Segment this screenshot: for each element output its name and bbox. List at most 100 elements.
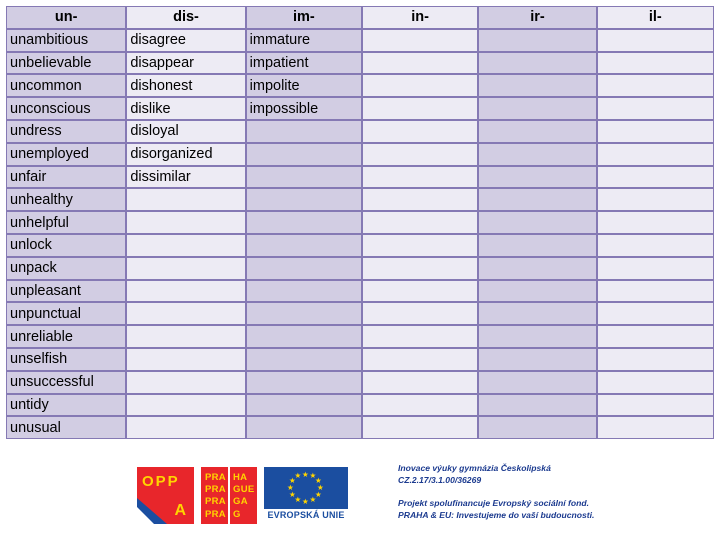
table-cell <box>596 233 714 257</box>
oppa-logo-letter: A <box>174 502 186 519</box>
table-cell <box>478 256 597 280</box>
table-row: undress disloyal <box>6 119 714 143</box>
table-cell: disloyal <box>126 119 246 143</box>
table-cell: immature <box>245 28 362 52</box>
table-body: unambitious disagree immature unbelievable d… <box>6 28 714 440</box>
table-cell <box>126 211 246 234</box>
funding-line-2: PRAHA & EU: Investujeme do vaší budoucno… <box>398 509 595 520</box>
table-cell <box>245 256 362 280</box>
table-cell: disorganized <box>126 142 246 166</box>
table-row: unemployed disorganized <box>6 142 714 166</box>
table-cell: unfair <box>6 165 127 189</box>
table-cell <box>126 233 246 257</box>
table-cell <box>245 370 362 394</box>
slide-footer: OPP A PRA PRA PRA PRA HA GUE GA G ★ ★ ★ ★ ★ ★ ★ ★ ★ ★ ★ ★… <box>0 455 720 540</box>
table-cell <box>596 393 714 417</box>
table-cell: uncommon <box>6 74 127 98</box>
table-row: unpleasant <box>6 279 714 303</box>
table-cell <box>596 119 714 143</box>
eu-caption: EVROPSKÁ UNIE <box>267 510 345 520</box>
table-row: unhelpful <box>6 211 714 234</box>
table-cell <box>361 370 479 394</box>
eu-star-icon: ★ <box>309 494 317 504</box>
table-cell <box>596 370 714 394</box>
table-cell: unselfish <box>6 347 127 371</box>
table-cell <box>478 233 597 257</box>
table-cell <box>245 165 362 189</box>
table-cell <box>596 416 714 440</box>
prague-line: G <box>233 508 241 520</box>
table-cell <box>478 119 597 143</box>
prague-line: GUE <box>233 484 255 496</box>
table-cell <box>361 97 479 120</box>
table-cell <box>596 279 714 303</box>
column-header: in- <box>361 6 479 29</box>
table-cell <box>245 211 362 234</box>
table-row: unhealthy <box>6 188 714 212</box>
table-cell <box>245 416 362 440</box>
eu-flag: ★ ★ ★ ★ ★ ★ ★ ★ ★ ★ ★ ★ <box>264 467 348 509</box>
table-row: unfair dissimilar <box>6 165 714 189</box>
prague-line: GA <box>233 496 248 508</box>
column-header: il- <box>596 6 714 29</box>
table-cell: untidy <box>6 393 127 417</box>
table-cell <box>478 347 597 371</box>
table-cell <box>596 256 714 280</box>
table-cell <box>478 51 597 75</box>
table-cell: unpunctual <box>6 302 127 326</box>
table-cell <box>596 74 714 98</box>
table-cell <box>596 97 714 120</box>
table-row: untidy <box>6 393 714 417</box>
project-identity-block: Inovace výuky gymnázia Českolipská CZ.2.… <box>398 463 708 486</box>
logo-strip: OPP A PRA PRA PRA PRA HA GUE GA G ★ ★ ★ ★ ★ ★ ★ ★ ★ ★ ★ ★… <box>137 467 348 524</box>
praha-right-column: HA GUE GA G <box>229 467 257 524</box>
table-cell <box>361 393 479 417</box>
table-cell <box>478 165 597 189</box>
table-cell <box>478 188 597 212</box>
table-cell <box>361 142 479 166</box>
table-row: unselfish <box>6 347 714 371</box>
negative-prefix-table: un-dis-im-in-ir-il- unambitious disagree i… <box>6 6 714 440</box>
table-cell <box>245 188 362 212</box>
table-cell: unreliable <box>6 325 127 348</box>
table-cell <box>126 188 246 212</box>
table-row: unlock <box>6 233 714 257</box>
table-row: unusual <box>6 416 714 440</box>
table-cell <box>478 74 597 98</box>
table-row: unreliable <box>6 325 714 348</box>
eu-star-icon: ★ <box>302 469 309 479</box>
table-cell <box>596 51 714 75</box>
table-cell <box>596 325 714 348</box>
table-cell <box>361 279 479 303</box>
table-cell <box>361 165 479 189</box>
table-row: unpack <box>6 256 714 280</box>
table-cell <box>245 347 362 371</box>
table-row: unsuccessful <box>6 370 714 394</box>
table-cell <box>596 142 714 166</box>
table-cell <box>126 279 246 303</box>
table-cell <box>361 416 479 440</box>
table-cell <box>478 302 597 326</box>
table-cell <box>478 393 597 417</box>
column-header: un- <box>6 6 127 29</box>
oppa-logo: OPP A <box>137 467 194 524</box>
praha-line: PRA <box>205 508 226 520</box>
eu-star-icon: ★ <box>287 483 294 492</box>
table-cell: impossible <box>245 97 362 120</box>
table-cell <box>596 165 714 189</box>
table-cell <box>245 325 362 348</box>
table-row: unconscious dislike impossible <box>6 97 714 120</box>
table-cell <box>126 325 246 348</box>
table-row: unpunctual <box>6 302 714 326</box>
table-cell: dislike <box>126 97 246 120</box>
table-cell: unbelievable <box>6 51 127 75</box>
slide-page: un-dis-im-in-ir-il- unambitious disagree i… <box>0 0 720 540</box>
table-cell <box>478 97 597 120</box>
table-cell <box>245 302 362 326</box>
project-name: Inovace výuky gymnázia Českolipská <box>398 463 551 473</box>
table-cell: unlock <box>6 233 127 257</box>
table-cell <box>361 211 479 234</box>
table-cell: unusual <box>6 416 127 440</box>
eu-logo: ★ ★ ★ ★ ★ ★ ★ ★ ★ ★ ★ ★ EVROPSKÁ UNIE <box>264 467 348 524</box>
table-cell: disappear <box>126 51 246 75</box>
